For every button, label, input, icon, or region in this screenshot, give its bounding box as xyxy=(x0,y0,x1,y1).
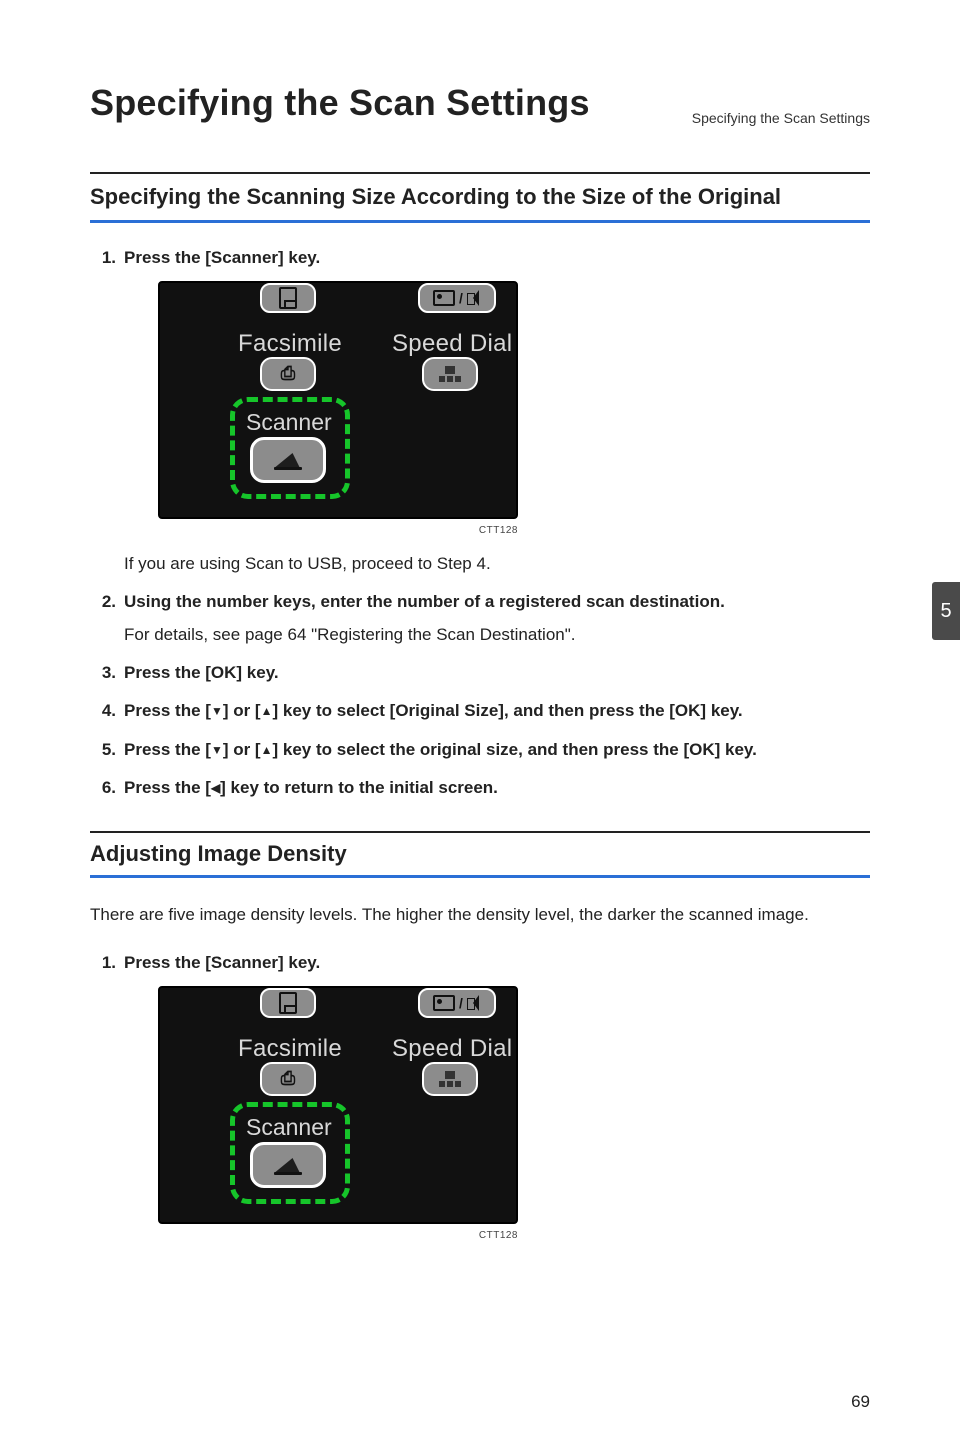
image-icon xyxy=(433,995,455,1011)
speaker-icon xyxy=(467,995,481,1011)
step-subnote: If you are using Scan to USB, proceed to… xyxy=(124,551,870,577)
step-number: 2. xyxy=(90,589,116,615)
copy-key-icon xyxy=(260,283,316,313)
figure-2: / Facsimile Speed Dial ⎙ Scanner CTT128 xyxy=(158,986,518,1244)
step-number: 1. xyxy=(90,950,116,976)
speaker-icon xyxy=(467,290,481,306)
pause-redial-key-icon: / xyxy=(418,283,496,313)
chapter-tab: 5 xyxy=(932,582,960,640)
speed-dial-key-icon xyxy=(422,357,478,391)
up-arrow-icon: ▲ xyxy=(261,741,273,760)
scanner-key-icon xyxy=(250,1142,326,1188)
step-6: 6. Press the [◀] key to return to the in… xyxy=(90,775,870,801)
slash-icon: / xyxy=(459,993,463,1015)
steps-list-2: 1. Press the [Scanner] key. / Facsimile … xyxy=(90,950,870,1244)
facsimile-key-icon: ⎙ xyxy=(260,357,316,391)
figure-caption: CTT128 xyxy=(158,523,518,539)
image-icon xyxy=(433,290,455,306)
step-text: Press the [Scanner] key. xyxy=(124,953,320,972)
rule-top xyxy=(90,831,870,833)
copy-key-icon xyxy=(260,988,316,1018)
control-panel-image: / Facsimile Speed Dial ⎙ Scanner xyxy=(158,986,518,1224)
step-text: Press the [▼] or [▲] key to select [Orig… xyxy=(124,701,743,720)
density-intro: There are five image density levels. The… xyxy=(90,902,870,928)
step-number: 5. xyxy=(90,737,116,763)
left-arrow-icon: ◀ xyxy=(211,779,220,798)
step-detail: For details, see page 64 "Registering th… xyxy=(124,622,870,648)
down-arrow-icon: ▼ xyxy=(211,702,223,721)
step-text: Press the [Scanner] key. xyxy=(124,248,320,267)
step-text: Press the [▼] or [▲] key to select the o… xyxy=(124,740,757,759)
step-5: 5. Press the [▼] or [▲] key to select th… xyxy=(90,737,870,763)
step-3: 3. Press the [OK] key. xyxy=(90,660,870,686)
section-heading-density: Adjusting Image Density xyxy=(90,841,870,867)
up-arrow-icon: ▲ xyxy=(261,702,273,721)
speed-dial-key-icon xyxy=(422,1062,478,1096)
section-heading-size: Specifying the Scanning Size According t… xyxy=(90,184,870,210)
step-text: Press the [◀] key to return to the initi… xyxy=(124,778,498,797)
scanner-key-icon xyxy=(250,437,326,483)
down-arrow-icon: ▼ xyxy=(211,741,223,760)
slash-icon: / xyxy=(459,288,463,310)
facsimile-key-icon: ⎙ xyxy=(260,1062,316,1096)
step-text: Using the number keys, enter the number … xyxy=(124,592,725,611)
step-2: 2. Using the number keys, enter the numb… xyxy=(90,589,870,648)
step-number: 4. xyxy=(90,698,116,724)
step-1: 1. Press the [Scanner] key. / Facsimile … xyxy=(90,245,870,577)
step-4: 4. Press the [▼] or [▲] key to select [O… xyxy=(90,698,870,724)
scanner-label: Scanner xyxy=(246,1110,332,1146)
rule-top xyxy=(90,172,870,174)
control-panel-image: / Facsimile Speed Dial ⎙ Scanner xyxy=(158,281,518,519)
step-number: 1. xyxy=(90,245,116,271)
pause-redial-key-icon: / xyxy=(418,988,496,1018)
step-number: 3. xyxy=(90,660,116,686)
page-number: 69 xyxy=(851,1392,870,1412)
scanner-label: Scanner xyxy=(246,405,332,441)
rule-blue xyxy=(90,220,870,223)
steps-list-1: 1. Press the [Scanner] key. / Facsimile … xyxy=(90,245,870,801)
figure-caption: CTT128 xyxy=(158,1228,518,1244)
step-number: 6. xyxy=(90,775,116,801)
step-1: 1. Press the [Scanner] key. / Facsimile … xyxy=(90,950,870,1244)
step-text: Press the [OK] key. xyxy=(124,663,279,682)
figure-1: / Facsimile Speed Dial ⎙ Scanner CTT128 xyxy=(158,281,518,539)
rule-blue xyxy=(90,875,870,878)
running-head: Specifying the Scan Settings xyxy=(692,110,870,126)
